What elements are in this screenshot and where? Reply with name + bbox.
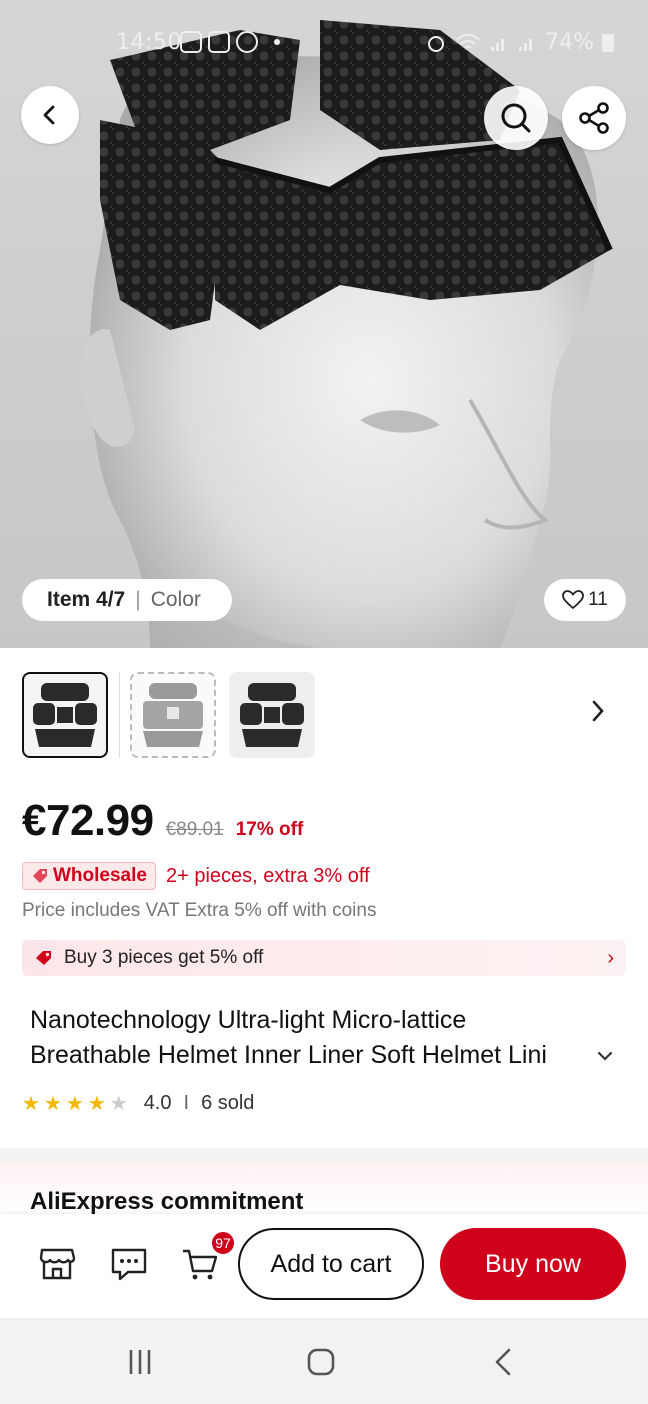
thumbnails-next-button[interactable] xyxy=(590,698,606,730)
variant-thumbnails xyxy=(0,648,648,768)
recent-apps-button[interactable] xyxy=(122,1344,158,1380)
product-title-line2: Breathable Helmet Inner Liner Soft Helme… xyxy=(30,1041,547,1069)
gallery-icon xyxy=(180,31,202,53)
system-status-icons: 74% xyxy=(425,30,614,55)
coupon-tag-icon xyxy=(36,951,51,965)
system-back-button[interactable] xyxy=(486,1344,522,1380)
sold-count: 6 sold xyxy=(201,1092,255,1114)
product-title-line1: Nanotechnology Ultra-light Micro-lattice xyxy=(30,1006,467,1034)
star-icon: ★ xyxy=(87,1092,106,1115)
black-liner-alt-image xyxy=(240,683,304,747)
section-divider xyxy=(0,1148,648,1162)
wholesale-badge: Wholesale xyxy=(22,862,156,890)
grey-liner-thumbnail[interactable] xyxy=(130,672,216,758)
star-icon: ★ xyxy=(43,1092,62,1115)
price-row: €72.99 €89.01 17% off xyxy=(22,796,303,846)
share-icon xyxy=(579,102,609,134)
grey-liner-pads-image xyxy=(143,683,203,747)
image-counter-pill[interactable]: Item 4/7 | Color xyxy=(22,579,232,621)
recent-apps-icon xyxy=(129,1350,151,1374)
signal-icon xyxy=(491,38,505,51)
notification-icons xyxy=(180,31,280,53)
thumbnail-divider xyxy=(119,672,120,758)
star-icon: ★ xyxy=(65,1092,84,1115)
wholesale-row[interactable]: Wholesale 2+ pieces, extra 3% off xyxy=(22,862,370,890)
search-icon xyxy=(501,103,531,133)
back-button[interactable] xyxy=(21,86,79,144)
system-navigation-bar xyxy=(0,1318,648,1404)
promo-chevron-icon: › xyxy=(607,946,614,969)
promotion-text: Buy 3 pieces get 5% off xyxy=(64,947,264,968)
like-count: 11 xyxy=(588,589,608,610)
rating-divider: I xyxy=(183,1092,190,1114)
price-tag-icon xyxy=(33,869,47,883)
shop-bag-icon xyxy=(208,31,230,53)
wholesale-badge-label: Wholesale xyxy=(53,865,147,886)
rating-row[interactable]: ★ ★ ★ ★ ★ 4.0 I 6 sold xyxy=(22,1092,254,1115)
store-icon xyxy=(39,1248,76,1280)
expand-title-button[interactable] xyxy=(596,1045,614,1068)
add-to-cart-button[interactable]: Add to cart xyxy=(238,1228,424,1300)
home-icon xyxy=(307,1348,335,1376)
store-button[interactable] xyxy=(37,1244,77,1284)
alarm-icon xyxy=(428,35,445,52)
rating-value: 4.0 xyxy=(143,1092,172,1114)
chat-button[interactable] xyxy=(109,1244,149,1284)
whatsapp-icon xyxy=(236,31,258,53)
product-page: 14:50 74% Item 4/7 | Color 11 €72.99 €89… xyxy=(0,0,648,1404)
variant-label: Color xyxy=(150,588,201,611)
current-price: €72.99 xyxy=(22,796,154,845)
star-icon: ★ xyxy=(22,1092,40,1115)
bottom-action-bar: 97 Add to cart Buy now xyxy=(0,1214,648,1318)
chat-icon xyxy=(111,1248,147,1281)
chevron-down-icon xyxy=(597,1051,613,1061)
commitment-heading: AliExpress commitment xyxy=(30,1188,304,1214)
battery-icon xyxy=(602,33,614,52)
pill-divider: | xyxy=(135,588,141,611)
black-liner-pads-image xyxy=(33,683,97,747)
heart-icon xyxy=(562,590,585,610)
cart-count-badge: 97 xyxy=(210,1230,236,1256)
chevron-right-icon xyxy=(592,700,604,722)
search-button[interactable] xyxy=(484,86,548,150)
product-title[interactable]: Nanotechnology Ultra-light Micro-lattice… xyxy=(30,1003,615,1073)
status-bar: 14:50 74% xyxy=(0,28,648,60)
product-hero-image[interactable]: 14:50 74% Item 4/7 | Color 11 xyxy=(0,0,648,648)
battery-percent: 74% xyxy=(545,30,594,55)
original-price: €89.01 xyxy=(165,819,224,840)
wishlist-button[interactable]: 11 xyxy=(544,579,626,621)
black-liner-thumbnail[interactable] xyxy=(22,672,108,758)
item-counter: Item 4/7 xyxy=(47,588,126,611)
system-back-icon xyxy=(495,1348,511,1376)
more-notifications-icon xyxy=(274,39,280,45)
wholesale-text: 2+ pieces, extra 3% off xyxy=(165,864,370,887)
buy-now-button[interactable]: Buy now xyxy=(440,1228,626,1300)
helmet-liner-mannequin-image xyxy=(80,20,613,648)
wifi-icon xyxy=(456,33,480,49)
vat-coins-note: Price includes VAT Extra 5% off with coi… xyxy=(22,900,377,921)
home-button[interactable] xyxy=(303,1344,339,1380)
commitment-section[interactable]: AliExpress commitment xyxy=(0,1162,648,1214)
discount-label: 17% off xyxy=(235,819,304,840)
black-liner-alt-thumbnail[interactable] xyxy=(229,672,315,758)
status-time: 14:50 xyxy=(116,30,182,55)
star-empty-icon: ★ xyxy=(109,1092,128,1115)
signal-2-icon xyxy=(519,38,533,51)
share-button[interactable] xyxy=(562,86,626,150)
promotion-banner[interactable]: Buy 3 pieces get 5% off › xyxy=(22,940,626,976)
back-arrow-icon xyxy=(43,105,55,125)
